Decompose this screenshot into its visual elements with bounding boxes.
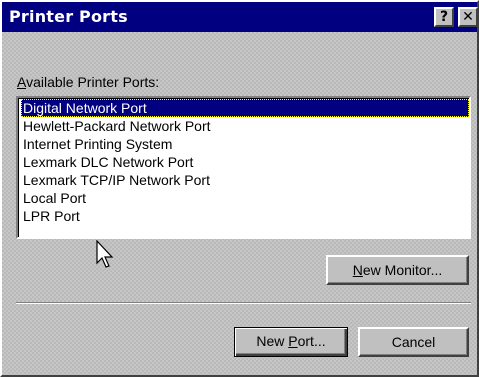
available-ports-label: Available Printer Ports: bbox=[17, 74, 159, 90]
list-item-local-port[interactable]: Local Port bbox=[21, 189, 469, 207]
window-title: Printer Ports bbox=[9, 7, 128, 26]
close-icon: ✕ bbox=[462, 9, 474, 25]
title-bar[interactable]: Printer Ports ? ✕ bbox=[2, 2, 478, 32]
cancel-button[interactable]: Cancel bbox=[358, 327, 469, 357]
ports-listbox[interactable]: Digital Network Port Hewlett-Packard Net… bbox=[16, 96, 471, 239]
list-item-lexmark-dlc-network-port[interactable]: Lexmark DLC Network Port bbox=[21, 153, 469, 171]
new-monitor-mnemonic: N bbox=[352, 262, 363, 278]
list-item-internet-printing-system[interactable]: Internet Printing System bbox=[21, 135, 469, 153]
close-button[interactable]: ✕ bbox=[458, 7, 478, 27]
list-item-hewlett-packard-network-port[interactable]: Hewlett-Packard Network Port bbox=[21, 117, 469, 135]
label-rest: vailable Printer Ports: bbox=[26, 74, 160, 90]
list-item-digital-network-port[interactable]: Digital Network Port bbox=[21, 99, 469, 117]
new-monitor-button[interactable]: New Monitor... bbox=[326, 255, 469, 285]
new-port-mnemonic: P bbox=[288, 333, 298, 349]
arrow-cursor-icon bbox=[96, 240, 114, 268]
help-button[interactable]: ? bbox=[434, 7, 454, 27]
list-item-lpr-port[interactable]: LPR Port bbox=[21, 207, 469, 225]
new-port-label: ort... bbox=[297, 333, 326, 349]
new-port-button[interactable]: New Port... bbox=[234, 327, 348, 357]
separator bbox=[16, 302, 471, 304]
printer-ports-dialog: Printer Ports ? ✕ Available Printer Port… bbox=[0, 0, 479, 377]
label-mnemonic: A bbox=[17, 74, 27, 90]
list-item-lexmark-tcpip-network-port[interactable]: Lexmark TCP/IP Network Port bbox=[21, 171, 469, 189]
new-monitor-label: ew Monitor... bbox=[362, 262, 443, 278]
new-port-prefix: New bbox=[256, 333, 289, 349]
